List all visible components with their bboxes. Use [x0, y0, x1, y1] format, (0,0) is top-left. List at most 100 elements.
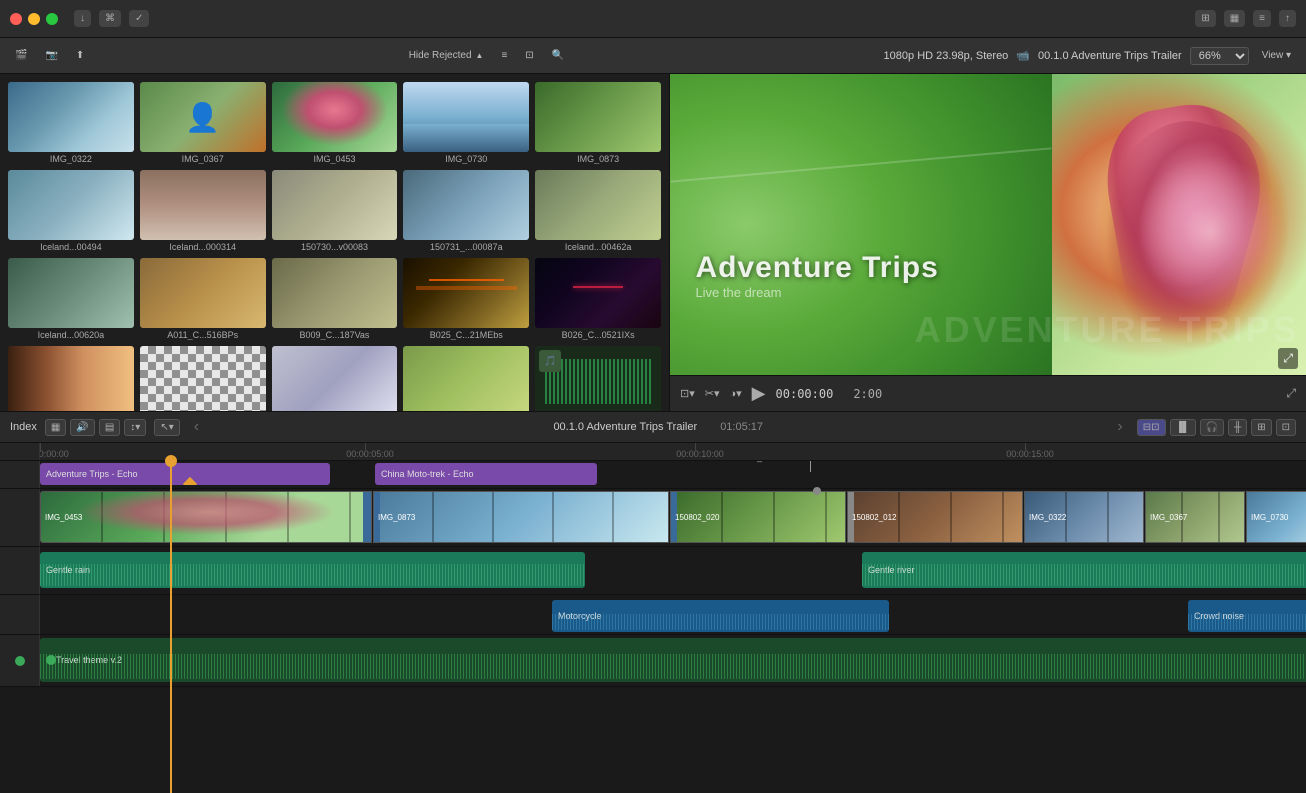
music-track-row: Travel theme v.2: [0, 635, 1306, 687]
music-track-content: Travel theme v.2: [40, 635, 1306, 686]
clip-options-icon[interactable]: ⊡: [520, 48, 538, 63]
list-item[interactable]: 👤 IMG_0367: [140, 82, 266, 164]
video-clip-img0873[interactable]: IMG_0873: [373, 491, 669, 543]
clip-appearance-icon[interactable]: ▦: [45, 419, 66, 436]
toolbar: 🎬 📷 ⬆ Hide Rejected ▲ ≡ ⊡ 🔍 1080p HD 23.…: [0, 38, 1306, 74]
close-button[interactable]: [10, 13, 22, 25]
clip-label-150802020: 150802_020: [675, 513, 720, 522]
timeline-project-title: 00.1.0 Adventure Trips Trailer: [553, 421, 697, 433]
list-item[interactable]: B026_C...0521IXs: [535, 258, 661, 340]
list-view-icon[interactable]: ≡: [1253, 10, 1271, 27]
video-clip-img0367[interactable]: IMG_0367: [1145, 491, 1245, 543]
zoom-in-icon[interactable]: ⊟⊡: [1137, 419, 1166, 436]
media-label: Iceland...000314: [140, 242, 266, 252]
video-clip-img0453[interactable]: IMG_0453: [40, 491, 372, 543]
film-library-icon[interactable]: 🎬: [10, 48, 32, 63]
clip-trim-handle[interactable]: [363, 492, 371, 542]
list-item[interactable]: 150730...v00083: [272, 170, 398, 252]
color-icon[interactable]: ◑▾: [730, 387, 742, 400]
travel-theme-clip[interactable]: Travel theme v.2: [40, 638, 1306, 682]
track-height-icon[interactable]: ↕▾: [124, 419, 146, 436]
minimize-button[interactable]: [28, 13, 40, 25]
project-name: 00.1.0 Adventure Trips Trailer: [1038, 50, 1182, 62]
media-thumbnail: [403, 258, 529, 328]
photo-icon[interactable]: 📷: [40, 48, 62, 63]
gentle-rain-clip[interactable]: Gentle rain: [40, 552, 585, 588]
channel-icon[interactable]: ╫: [1228, 419, 1247, 436]
video-clips: IMG_0453 IMG_0873 150802_020: [40, 491, 1306, 543]
list-item[interactable]: C003_C...WZacs: [403, 346, 529, 411]
view-label-button[interactable]: View ▾: [1257, 48, 1296, 63]
gentle-river-clip[interactable]: Gentle river: [862, 552, 1306, 588]
list-item[interactable]: IMG_0730: [403, 82, 529, 164]
preview-video: Adventure Trips Live the dream Adventure…: [670, 74, 1306, 375]
audio-icon[interactable]: 🔊: [70, 419, 94, 436]
headphones-icon[interactable]: 🎧: [1200, 419, 1224, 436]
next-arrow[interactable]: ›: [1111, 418, 1128, 436]
list-item[interactable]: B028_C...21A6as: [8, 346, 134, 411]
media-thumbnail: [272, 346, 398, 411]
export-icon[interactable]: ↑: [1279, 10, 1296, 27]
ruler-time-0: 00:00:00:00: [40, 449, 69, 459]
download-icon[interactable]: ↓: [74, 10, 91, 27]
video-clip-img0730[interactable]: IMG_0730: [1246, 491, 1306, 543]
echo-clip-2[interactable]: China Moto-trek - Echo: [375, 463, 597, 485]
ruler-time-15: 00:00:15:00: [1006, 449, 1054, 459]
more-options-icon[interactable]: ⊡: [1276, 419, 1296, 436]
list-item[interactable]: B009_C...187Vas: [272, 258, 398, 340]
list-item[interactable]: A011_C...516BPs: [140, 258, 266, 340]
audio-meter-icon[interactable]: ▐▌: [1170, 419, 1196, 436]
media-thumbnail: [272, 170, 398, 240]
hide-rejected-button[interactable]: Hide Rejected ▲: [404, 48, 489, 63]
grid-view-icon[interactable]: ⊞: [1195, 10, 1215, 27]
prev-arrow[interactable]: ‹: [188, 418, 205, 436]
motorcycle-clip[interactable]: Motorcycle: [552, 600, 889, 632]
preview-controls-right: ⤢: [1286, 386, 1296, 401]
playhead[interactable]: [170, 461, 172, 793]
list-item[interactable]: Iceland...000314: [140, 170, 266, 252]
list-item[interactable]: Iceland...00620a: [8, 258, 134, 340]
list-item[interactable]: Iceland...00462a: [535, 170, 661, 252]
list-item[interactable]: IMG_0453: [272, 82, 398, 164]
music-track-label: [0, 635, 40, 686]
list-item[interactable]: B025_C...21MEbs: [403, 258, 529, 340]
track-label: [0, 461, 40, 488]
view-options-icon[interactable]: ≡: [496, 48, 512, 63]
timeline-options-icon[interactable]: ▤: [99, 419, 120, 436]
media-label: A011_C...516BPs: [140, 330, 266, 340]
maximize-button[interactable]: [46, 13, 58, 25]
zoom-select[interactable]: 66% 100% 50%: [1190, 47, 1249, 65]
list-item[interactable]: C004_C...5U6acs: [272, 346, 398, 411]
filmstrip-view-icon[interactable]: ▦: [1224, 10, 1245, 27]
expand-icon[interactable]: ⤢: [1286, 386, 1296, 401]
crowd-noise-clip[interactable]: Crowd noise: [1188, 600, 1306, 632]
fullscreen-button[interactable]: ⤢: [1278, 348, 1298, 369]
video-clip-150802020[interactable]: 150802_020: [670, 491, 846, 543]
video-clip-150802012[interactable]: 150802_012: [847, 491, 1023, 543]
music-track-dot: [15, 656, 25, 666]
clip-label-0873: IMG_0873: [378, 513, 415, 522]
echo-clip-1[interactable]: Adventure Trips - Echo: [40, 463, 330, 485]
list-item[interactable]: IMG_0322: [8, 82, 134, 164]
key-icon[interactable]: ⌘: [99, 10, 121, 27]
select-tool[interactable]: ↖▾: [154, 419, 179, 436]
video-clip-img0322[interactable]: IMG_0322: [1024, 491, 1144, 543]
snap-icon[interactable]: ⊞: [1251, 419, 1271, 436]
media-label: IMG_0453: [272, 154, 398, 164]
timeline-ruler: 00:00:00:00 00:00:05:00 00:00:10:00 00:0…: [0, 443, 1306, 461]
preview-title-sub: Live the dream: [695, 285, 938, 300]
checkmark-icon[interactable]: ✓: [129, 10, 149, 27]
search-icon[interactable]: 🔍: [547, 48, 569, 63]
list-item[interactable]: Iceland...00494: [8, 170, 134, 252]
share-icon[interactable]: ⬆: [71, 48, 89, 63]
trim-icon[interactable]: ✂▾: [705, 387, 720, 400]
play-button[interactable]: ▶: [752, 383, 766, 404]
list-item[interactable]: 🎵 Travel theme v.2: [535, 346, 661, 411]
clip-label-150802012: 150802_012: [852, 513, 897, 522]
list-item[interactable]: IMG_0873: [535, 82, 661, 164]
viewer-options-icon[interactable]: ⊡▾: [680, 387, 695, 400]
list-item[interactable]: B002_C...14TNas: [140, 346, 266, 411]
list-item[interactable]: 150731_...00087a: [403, 170, 529, 252]
index-button[interactable]: Index: [10, 421, 37, 433]
camera-icon: 📹: [1016, 49, 1030, 62]
